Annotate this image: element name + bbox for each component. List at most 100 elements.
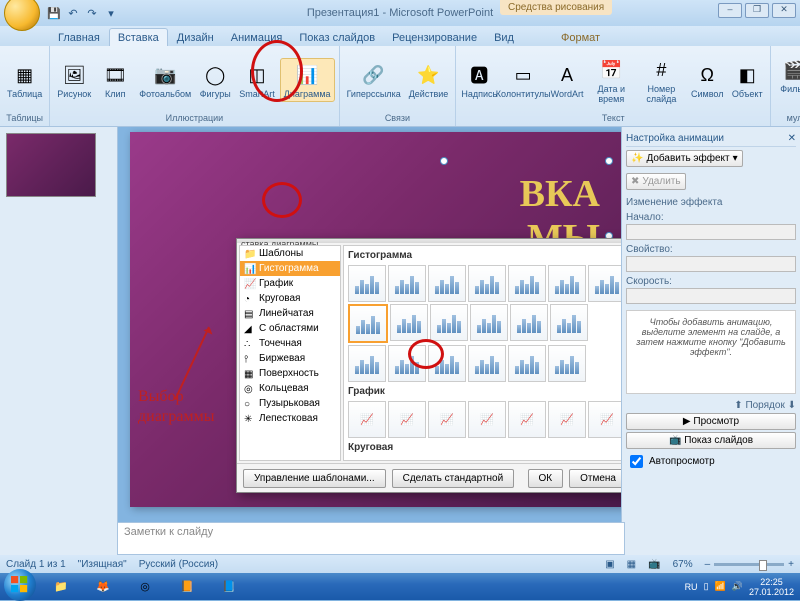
photoalbum-button[interactable]: 📷Фотоальбом (136, 59, 194, 101)
wordart-button[interactable]: AWordArt (548, 59, 586, 101)
chart-option[interactable] (548, 265, 586, 302)
cat-area[interactable]: ◢С областями (240, 321, 340, 336)
taskbar-app[interactable]: ◎ (125, 576, 165, 598)
cat-stock[interactable]: ⫯Биржевая (240, 351, 340, 366)
smartart-button[interactable]: ◫SmartArt (236, 59, 278, 101)
start-select[interactable] (626, 224, 796, 240)
chart-option[interactable] (470, 304, 508, 341)
remove-effect-button[interactable]: ✖Удалить (626, 173, 686, 190)
property-select[interactable] (626, 256, 796, 272)
chart-option[interactable] (508, 265, 546, 302)
chart-option[interactable] (348, 265, 386, 302)
chart-option[interactable]: 📈 (548, 401, 586, 438)
cat-line[interactable]: 📈График (240, 276, 340, 291)
table-button[interactable]: ▦Таблица (4, 59, 45, 101)
chart-option[interactable] (428, 345, 466, 382)
chart-category-list[interactable]: 📁Шаблоны 📊Гистограмма 📈График ◔Круговая … (239, 245, 341, 461)
zoom-percent[interactable]: 67% (673, 559, 693, 570)
taskbar-explorer[interactable]: 📁 (41, 576, 81, 598)
speed-select[interactable] (626, 288, 796, 304)
start-button[interactable] (4, 569, 36, 601)
textbox-button[interactable]: 🅰Надпись (460, 59, 498, 101)
chart-option[interactable] (430, 304, 468, 341)
cat-doughnut[interactable]: ◎Кольцевая (240, 381, 340, 396)
chart-button[interactable]: 📊Диаграмма (280, 58, 335, 102)
tray-volume-icon[interactable]: 🔊 (732, 581, 743, 592)
tray-lang[interactable]: RU (685, 582, 698, 592)
qat-dropdown-icon[interactable]: ▾ (103, 5, 119, 21)
chart-option[interactable] (468, 265, 506, 302)
view-slideshow-icon[interactable]: 📺 (648, 559, 660, 570)
play-button[interactable]: ▶ Просмотр (626, 413, 796, 430)
zoom-slider[interactable]: –+ (705, 559, 794, 570)
tab-view[interactable]: Вид (486, 29, 522, 46)
tab-insert[interactable]: Вставка (109, 28, 168, 46)
chart-option[interactable] (468, 345, 506, 382)
selection-handle[interactable] (605, 157, 613, 165)
tab-home[interactable]: Главная (50, 29, 108, 46)
view-sorter-icon[interactable]: ▦ (627, 559, 636, 570)
set-default-button[interactable]: Сделать стандартной (392, 469, 515, 488)
clip-button[interactable]: 🎞Клип (96, 59, 134, 101)
chart-option[interactable]: 📈 (508, 401, 546, 438)
shapes-button[interactable]: ◯Фигуры (196, 59, 234, 101)
chart-option[interactable]: 📈 (388, 401, 426, 438)
close-button[interactable]: ✕ (772, 3, 796, 18)
save-icon[interactable]: 💾 (46, 5, 62, 21)
chart-option[interactable] (390, 304, 428, 341)
slide-thumbnail[interactable] (6, 133, 96, 197)
undo-icon[interactable]: ↶ (65, 5, 81, 21)
slideshow-button[interactable]: 📺 Показ слайдов (626, 432, 796, 449)
add-effect-button[interactable]: ✨Добавить эффект ▾ (626, 150, 743, 167)
picture-button[interactable]: 🖼Рисунок (54, 59, 94, 101)
chart-option[interactable] (348, 345, 386, 382)
symbol-button[interactable]: ΩСимвол (688, 59, 726, 101)
language-status[interactable]: Русский (Россия) (139, 559, 218, 570)
notes-pane[interactable]: Заметки к слайду (117, 522, 625, 555)
chart-option[interactable] (548, 345, 586, 382)
chart-option[interactable] (388, 345, 426, 382)
autopreview-checkbox[interactable]: Автопросмотр (626, 452, 796, 471)
minimize-button[interactable]: – (718, 3, 742, 18)
chart-option[interactable]: 📈 (468, 401, 506, 438)
cat-bar[interactable]: ▤Линейчатая (240, 306, 340, 321)
chart-option[interactable] (550, 304, 588, 341)
cat-surface[interactable]: ▦Поверхность (240, 366, 340, 381)
hyperlink-button[interactable]: 🔗Гиперссылка (344, 59, 404, 101)
manage-templates-button[interactable]: Управление шаблонами... (243, 469, 386, 488)
chart-option[interactable] (388, 265, 426, 302)
chart-option[interactable] (348, 304, 388, 343)
movie-button[interactable]: 🎬Фильм (775, 54, 800, 96)
chart-option[interactable] (510, 304, 548, 341)
object-button[interactable]: ◧Объект (728, 59, 766, 101)
cat-scatter[interactable]: ∴Точечная (240, 336, 340, 351)
tab-design[interactable]: Дизайн (169, 29, 222, 46)
system-tray[interactable]: RU ▯ 📶 🔊 22:2527.01.2012 (685, 577, 800, 597)
tray-network-icon[interactable]: 📶 (715, 581, 726, 592)
restore-button[interactable]: ❐ (745, 3, 769, 18)
cat-histogram[interactable]: 📊Гистограмма (240, 261, 340, 276)
cancel-button[interactable]: Отмена (569, 469, 621, 488)
taskbar-word[interactable]: 📘 (209, 576, 249, 598)
view-normal-icon[interactable]: ▣ (605, 559, 614, 570)
slide-editor[interactable]: ВКАМЫЦЫ Выбордиаграммы ставка диаграммы … (118, 127, 621, 557)
slide-thumbnails-pane[interactable]: 1 (0, 127, 118, 557)
tab-slideshow[interactable]: Показ слайдов (291, 29, 383, 46)
chart-type-gallery[interactable]: Гистограмма График 📈📈📈📈📈📈📈 Круговая (343, 245, 621, 461)
redo-icon[interactable]: ↷ (84, 5, 100, 21)
chart-option[interactable]: 📈 (588, 401, 621, 438)
task-pane-close-icon[interactable]: ✕ (788, 133, 796, 144)
datetime-button[interactable]: 📅Дата и время (588, 54, 635, 106)
chart-option[interactable] (428, 265, 466, 302)
cat-templates[interactable]: 📁Шаблоны (240, 246, 340, 261)
tray-clock[interactable]: 22:2527.01.2012 (749, 577, 794, 597)
tab-animation[interactable]: Анимация (223, 29, 291, 46)
taskbar-powerpoint[interactable]: 📙 (167, 576, 207, 598)
tray-flag-icon[interactable]: ▯ (704, 581, 709, 592)
chart-option[interactable]: 📈 (428, 401, 466, 438)
cat-pie[interactable]: ◔Круговая (240, 291, 340, 306)
selection-handle[interactable] (440, 157, 448, 165)
ok-button[interactable]: ОК (528, 469, 564, 488)
tab-format[interactable]: Формат (553, 29, 608, 46)
chart-option[interactable] (588, 265, 621, 302)
